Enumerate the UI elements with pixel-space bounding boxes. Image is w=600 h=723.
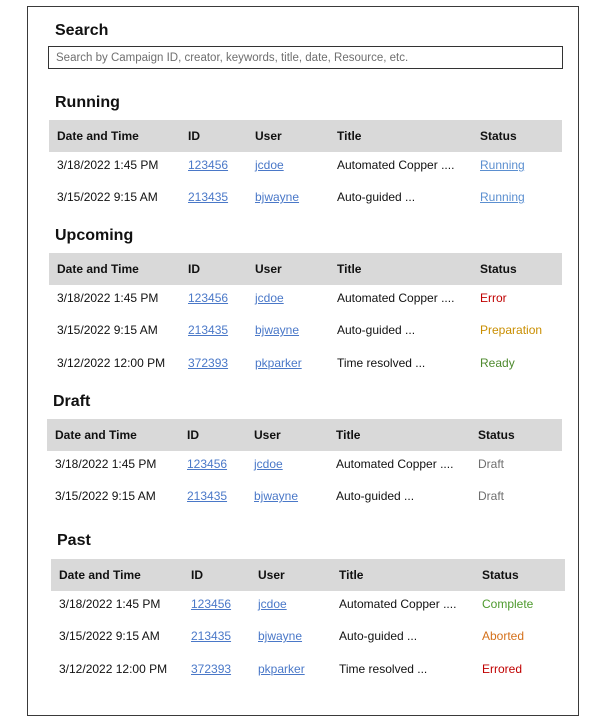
column-header-id: ID bbox=[191, 568, 203, 582]
row-datetime: 3/15/2022 9:15 AM bbox=[57, 190, 158, 204]
table-row: 3/18/2022 1:45 PM 123456 jcdoe Automated… bbox=[49, 286, 562, 312]
row-status: Ready bbox=[480, 356, 515, 370]
row-datetime: 3/12/2022 12:00 PM bbox=[59, 662, 168, 676]
column-header-id: ID bbox=[187, 428, 199, 442]
table-row: 3/12/2022 12:00 PM 372393 pkparker Time … bbox=[49, 351, 562, 377]
table-row: 3/18/2022 1:45 PM 123456 jcdoe Automated… bbox=[51, 592, 565, 618]
table-row: 3/15/2022 9:15 AM 213435 bjwayne Auto-gu… bbox=[47, 484, 562, 510]
row-user-link[interactable]: bjwayne bbox=[254, 489, 298, 503]
column-header-date: Date and Time bbox=[57, 262, 139, 276]
column-header-id: ID bbox=[188, 129, 200, 143]
row-id-link[interactable]: 213435 bbox=[188, 323, 228, 337]
table-row: 3/15/2022 9:15 AM 213435 bjwayne Auto-gu… bbox=[49, 318, 562, 344]
row-id-link[interactable]: 123456 bbox=[188, 291, 228, 305]
row-datetime: 3/18/2022 1:45 PM bbox=[57, 291, 159, 305]
row-datetime: 3/12/2022 12:00 PM bbox=[57, 356, 166, 370]
table-header: Date and Time ID User Title Status bbox=[49, 253, 562, 285]
row-status: Draft bbox=[478, 489, 505, 503]
column-header-title: Title bbox=[336, 428, 361, 442]
column-header-title: Title bbox=[339, 568, 364, 582]
row-user-link[interactable]: pkparker bbox=[255, 356, 302, 370]
row-title: Time resolved ... bbox=[337, 356, 426, 370]
column-header-user: User bbox=[255, 129, 282, 143]
table-row: 3/15/2022 9:15 AM 213435 bjwayne Auto-gu… bbox=[49, 185, 562, 211]
row-user-link[interactable]: jcdoe bbox=[258, 597, 287, 611]
row-id-link[interactable]: 213435 bbox=[188, 190, 228, 204]
row-datetime: 3/15/2022 9:15 AM bbox=[57, 323, 158, 337]
search-input[interactable] bbox=[48, 46, 563, 69]
column-header-status: Status bbox=[482, 568, 519, 582]
row-datetime: 3/18/2022 1:45 PM bbox=[59, 597, 161, 611]
table-header: Date and Time ID User Title Status bbox=[49, 120, 562, 152]
row-title: Time resolved ... bbox=[339, 662, 428, 676]
table-row: 3/18/2022 1:45 PM 123456 jcdoe Automated… bbox=[47, 452, 562, 478]
row-id-link[interactable]: 372393 bbox=[188, 356, 228, 370]
row-status-link[interactable]: Running bbox=[480, 190, 525, 204]
row-user-link[interactable]: bjwayne bbox=[255, 190, 299, 204]
row-user-link[interactable]: jcdoe bbox=[254, 457, 283, 471]
row-datetime: 3/15/2022 9:15 AM bbox=[59, 629, 160, 643]
table-header: Date and Time ID User Title Status bbox=[51, 559, 565, 591]
column-header-title: Title bbox=[337, 262, 362, 276]
row-status: Error bbox=[480, 291, 507, 305]
row-status: Preparation bbox=[480, 323, 543, 337]
row-id-link[interactable]: 123456 bbox=[188, 158, 228, 172]
row-user-link[interactable]: bjwayne bbox=[255, 323, 299, 337]
row-id-link[interactable]: 213435 bbox=[191, 629, 231, 643]
row-title: Auto-guided ... bbox=[339, 629, 418, 643]
row-title: Automated Copper .... bbox=[337, 158, 455, 172]
row-title: Auto-guided ... bbox=[337, 323, 416, 337]
row-user-link[interactable]: jcdoe bbox=[255, 291, 284, 305]
table-row: 3/18/2022 1:45 PM 123456 jcdoe Automated… bbox=[49, 153, 562, 179]
row-id-link[interactable]: 213435 bbox=[187, 489, 227, 503]
row-title: Automated Copper .... bbox=[336, 457, 454, 471]
row-status: Draft bbox=[478, 457, 505, 471]
row-datetime: 3/18/2022 1:45 PM bbox=[57, 158, 159, 172]
column-header-date: Date and Time bbox=[57, 129, 139, 143]
column-header-status: Status bbox=[480, 262, 517, 276]
row-status: Complete bbox=[482, 597, 534, 611]
row-user-link[interactable]: bjwayne bbox=[258, 629, 302, 643]
column-header-date: Date and Time bbox=[59, 568, 141, 582]
draft-heading: Draft bbox=[53, 393, 91, 410]
column-header-user: User bbox=[255, 262, 282, 276]
column-header-user: User bbox=[254, 428, 281, 442]
row-status-link[interactable]: Running bbox=[480, 158, 525, 172]
table-row: 3/12/2022 12:00 PM 372393 pkparker Time … bbox=[51, 657, 565, 683]
row-datetime: 3/18/2022 1:45 PM bbox=[55, 457, 157, 471]
row-id-link[interactable]: 123456 bbox=[191, 597, 231, 611]
row-id-link[interactable]: 372393 bbox=[191, 662, 231, 676]
column-header-status: Status bbox=[480, 129, 517, 143]
column-header-id: ID bbox=[188, 262, 200, 276]
column-header-title: Title bbox=[337, 129, 362, 143]
row-user-link[interactable]: pkparker bbox=[258, 662, 305, 676]
search-heading: Search bbox=[55, 22, 109, 39]
running-heading: Running bbox=[55, 94, 120, 111]
table-header: Date and Time ID User Title Status bbox=[47, 419, 562, 451]
upcoming-heading: Upcoming bbox=[55, 227, 134, 244]
table-row: 3/15/2022 9:15 AM 213435 bjwayne Auto-gu… bbox=[51, 624, 565, 650]
row-id-link[interactable]: 123456 bbox=[187, 457, 227, 471]
row-user-link[interactable]: jcdoe bbox=[255, 158, 284, 172]
past-heading: Past bbox=[57, 532, 91, 549]
row-title: Automated Copper .... bbox=[339, 597, 457, 611]
row-status: Errored bbox=[482, 662, 523, 676]
row-title: Auto-guided ... bbox=[336, 489, 415, 503]
column-header-date: Date and Time bbox=[55, 428, 137, 442]
column-header-user: User bbox=[258, 568, 285, 582]
column-header-status: Status bbox=[478, 428, 515, 442]
row-status: Aborted bbox=[482, 629, 525, 643]
row-title: Automated Copper .... bbox=[337, 291, 455, 305]
row-title: Auto-guided ... bbox=[337, 190, 416, 204]
row-datetime: 3/15/2022 9:15 AM bbox=[55, 489, 156, 503]
